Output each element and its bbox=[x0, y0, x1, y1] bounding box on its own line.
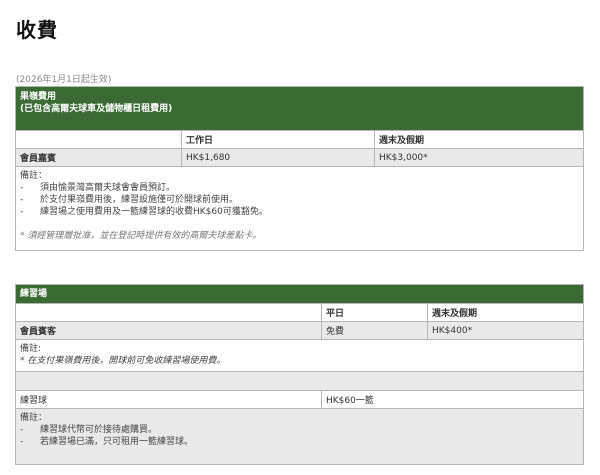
green-fee-table: 果嶺費用 (已包含高爾夫球車及儲物櫃日租費用) 工作日 週末及假期 會員嘉賓 H… bbox=[14, 86, 585, 251]
green-fee-header: 果嶺費用 (已包含高爾夫球車及儲物櫃日租費用) bbox=[14, 86, 585, 131]
green-fee-row-label: 會員嘉賓 bbox=[15, 148, 182, 167]
note-item: - 若練習場已滿，只可租用一籃練習球。 bbox=[20, 437, 194, 447]
green-fee-col-weekend: 週末及假期 bbox=[373, 130, 585, 149]
green-fee-col-weekday: 工作日 bbox=[181, 130, 375, 149]
driving-range-weekday-price: 免費 bbox=[321, 321, 428, 340]
note-item: - 練習球代幣可於接待處購買。 bbox=[20, 425, 158, 435]
note-item: - 練習場之使用費用及一籃練習球的收費HK$60可獲豁免。 bbox=[20, 207, 268, 217]
note-item: - 須由愉景灣高爾夫球會會員預訂。 bbox=[20, 183, 176, 193]
balls-label: 練習球 bbox=[15, 390, 322, 409]
spacer-row bbox=[14, 371, 585, 391]
page-title: 收費 bbox=[16, 18, 58, 42]
notes-title: 備註: bbox=[20, 344, 42, 354]
green-fee-notes: 備註： - 須由愉景灣高爾夫球會會員預訂。 - 於支付果嶺費用後，練習設施僅可於開球… bbox=[14, 166, 585, 251]
green-fee-weekend-price: HK$3,000* bbox=[373, 148, 585, 167]
driving-range-note: * 在支付果嶺費用後，開球前可免收練習場使用費。 bbox=[20, 356, 226, 366]
green-fee-subtitle: (已包含高爾夫球車及儲物櫃日租費用) bbox=[20, 104, 173, 114]
green-fee-blank-header bbox=[15, 130, 182, 149]
notes-title: 備註： bbox=[20, 171, 48, 181]
notes-title: 備註： bbox=[20, 413, 48, 423]
driving-range-header: 練習場 bbox=[14, 284, 585, 304]
driving-range-col-weekend: 週末及假期 bbox=[426, 303, 585, 322]
driving-range-table: 練習場 平日 週末及假期 會員賓客 免費 HK$400* 備註: * 在支付果嶺… bbox=[14, 284, 585, 465]
effective-date: (2026年1月1日起生效) bbox=[16, 75, 112, 85]
green-fee-footnote: * 須經管理層批准，並在登記時提供有效的高爾夫球差點卡。 bbox=[20, 231, 262, 241]
driving-range-col-weekday: 平日 bbox=[321, 303, 428, 322]
driving-range-row-label: 會員賓客 bbox=[15, 321, 322, 340]
driving-range-weekend-price: HK$400* bbox=[426, 321, 585, 340]
driving-range-notes: 備註: * 在支付果嶺費用後，開球前可免收練習場使用費。 bbox=[14, 339, 585, 372]
green-fee-weekday-price: HK$1,680 bbox=[181, 148, 375, 167]
balls-notes: 備註： - 練習球代幣可於接待處購買。 - 若練習場已滿，只可租用一籃練習球。 bbox=[14, 408, 585, 465]
balls-price: HK$60一籃 bbox=[320, 390, 585, 409]
note-item: - 於支付果嶺費用後，練習設施僅可於開球前使用。 bbox=[20, 195, 239, 205]
driving-range-blank-header bbox=[15, 303, 322, 322]
green-fee-title: 果嶺費用 bbox=[20, 92, 57, 102]
